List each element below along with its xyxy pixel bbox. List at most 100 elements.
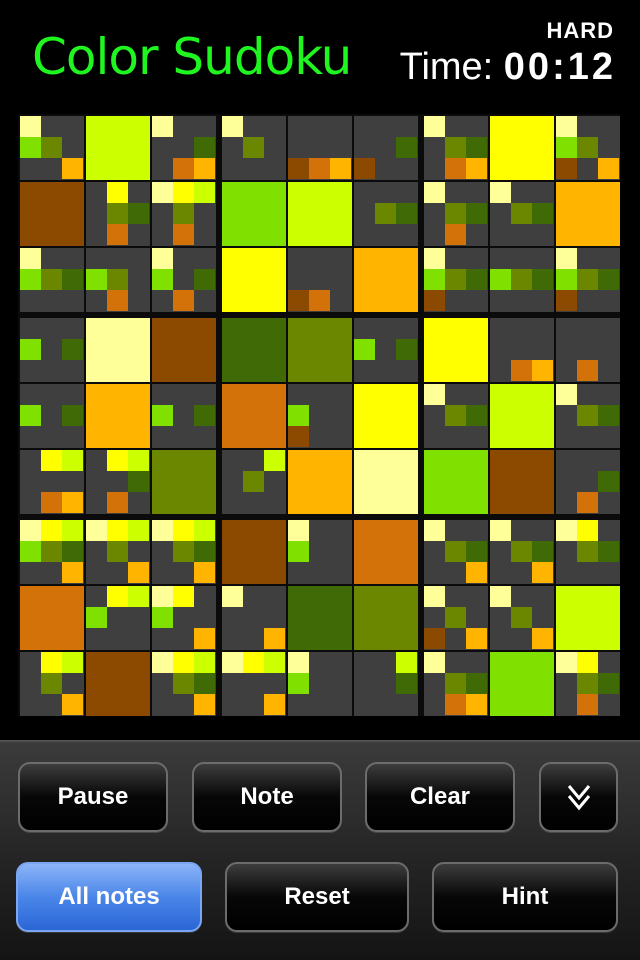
board-cell[interactable] [490, 652, 554, 716]
board-cell[interactable] [354, 450, 418, 514]
board-cell[interactable] [556, 384, 620, 448]
board-cell[interactable] [354, 520, 418, 584]
board-cell[interactable] [152, 586, 216, 650]
cell-note [490, 586, 511, 607]
board-cell[interactable] [20, 586, 84, 650]
board-cell[interactable] [424, 384, 488, 448]
board-cell[interactable] [556, 586, 620, 650]
board-cell[interactable] [354, 182, 418, 246]
board-cell[interactable] [354, 318, 418, 382]
board-cell[interactable] [288, 318, 352, 382]
board-cell[interactable] [288, 248, 352, 312]
board-cell[interactable] [86, 652, 150, 716]
board-cell[interactable] [354, 116, 418, 180]
board-cell[interactable] [152, 450, 216, 514]
board-cell[interactable] [86, 248, 150, 312]
board-cell[interactable] [424, 116, 488, 180]
board-cell[interactable] [490, 248, 554, 312]
board-cell[interactable] [86, 586, 150, 650]
board-cell[interactable] [354, 586, 418, 650]
cell-note [194, 182, 215, 203]
board-cell[interactable] [288, 520, 352, 584]
expand-button[interactable] [539, 762, 618, 832]
board-cell[interactable] [490, 182, 554, 246]
board-cell[interactable] [354, 652, 418, 716]
board-cell[interactable] [86, 520, 150, 584]
reset-button[interactable]: Reset [225, 862, 409, 932]
cell-note [445, 673, 466, 694]
board-cell[interactable] [222, 450, 286, 514]
board-cell[interactable] [152, 318, 216, 382]
pause-button[interactable]: Pause [18, 762, 168, 832]
cell-note [194, 405, 215, 426]
board-cell[interactable] [288, 652, 352, 716]
board-cell[interactable] [424, 652, 488, 716]
board-cell[interactable] [20, 652, 84, 716]
board-cell[interactable] [490, 520, 554, 584]
cell-note [194, 628, 215, 649]
board-cell[interactable] [152, 384, 216, 448]
board-cell[interactable] [556, 248, 620, 312]
board-cell[interactable] [152, 116, 216, 180]
board-cell[interactable] [424, 182, 488, 246]
board-cell[interactable] [490, 116, 554, 180]
board-cell[interactable] [86, 450, 150, 514]
all-notes-button[interactable]: All notes [16, 862, 202, 932]
board-cell[interactable] [20, 318, 84, 382]
board-cell[interactable] [222, 586, 286, 650]
board-cell[interactable] [20, 450, 84, 514]
cell-note [466, 158, 487, 179]
cell-note [173, 203, 194, 224]
cell-note [354, 339, 375, 360]
board-cell[interactable] [222, 652, 286, 716]
board-cell[interactable] [354, 248, 418, 312]
board-cell[interactable] [288, 182, 352, 246]
board-cell[interactable] [556, 318, 620, 382]
board-cell[interactable] [490, 318, 554, 382]
board-cell[interactable] [556, 450, 620, 514]
board-cell[interactable] [86, 182, 150, 246]
board-cell[interactable] [222, 520, 286, 584]
board-cell[interactable] [222, 384, 286, 448]
timer-value: 00:12 [503, 46, 616, 88]
hint-button[interactable]: Hint [432, 862, 618, 932]
note-button[interactable]: Note [192, 762, 342, 832]
board-cell[interactable] [424, 318, 488, 382]
board-cell[interactable] [222, 182, 286, 246]
board-cell[interactable] [152, 652, 216, 716]
board-cell[interactable] [288, 116, 352, 180]
cell-note [173, 520, 194, 541]
board-cell[interactable] [424, 450, 488, 514]
board-cell[interactable] [424, 586, 488, 650]
board-cell[interactable] [556, 652, 620, 716]
clear-button[interactable]: Clear [365, 762, 515, 832]
board-cell[interactable] [20, 520, 84, 584]
board-cell[interactable] [490, 384, 554, 448]
board-cell[interactable] [20, 248, 84, 312]
cell-note [354, 158, 375, 179]
board-cell[interactable] [86, 384, 150, 448]
board-cell[interactable] [490, 586, 554, 650]
board-cell[interactable] [86, 116, 150, 180]
board-cell[interactable] [152, 520, 216, 584]
board-cell[interactable] [86, 318, 150, 382]
board-cell[interactable] [556, 520, 620, 584]
cell-note [62, 492, 83, 513]
board-cell[interactable] [556, 116, 620, 180]
board-cell[interactable] [20, 384, 84, 448]
board-cell[interactable] [152, 182, 216, 246]
board-cell[interactable] [152, 248, 216, 312]
board-cell[interactable] [222, 116, 286, 180]
board-cell[interactable] [490, 450, 554, 514]
board-cell[interactable] [424, 520, 488, 584]
board-cell[interactable] [288, 384, 352, 448]
board-cell[interactable] [288, 586, 352, 650]
board-cell[interactable] [20, 182, 84, 246]
board-cell[interactable] [556, 182, 620, 246]
board-cell[interactable] [20, 116, 84, 180]
board-cell[interactable] [222, 248, 286, 312]
board-cell[interactable] [354, 384, 418, 448]
board-cell[interactable] [288, 450, 352, 514]
board-cell[interactable] [424, 248, 488, 312]
board-cell[interactable] [222, 318, 286, 382]
